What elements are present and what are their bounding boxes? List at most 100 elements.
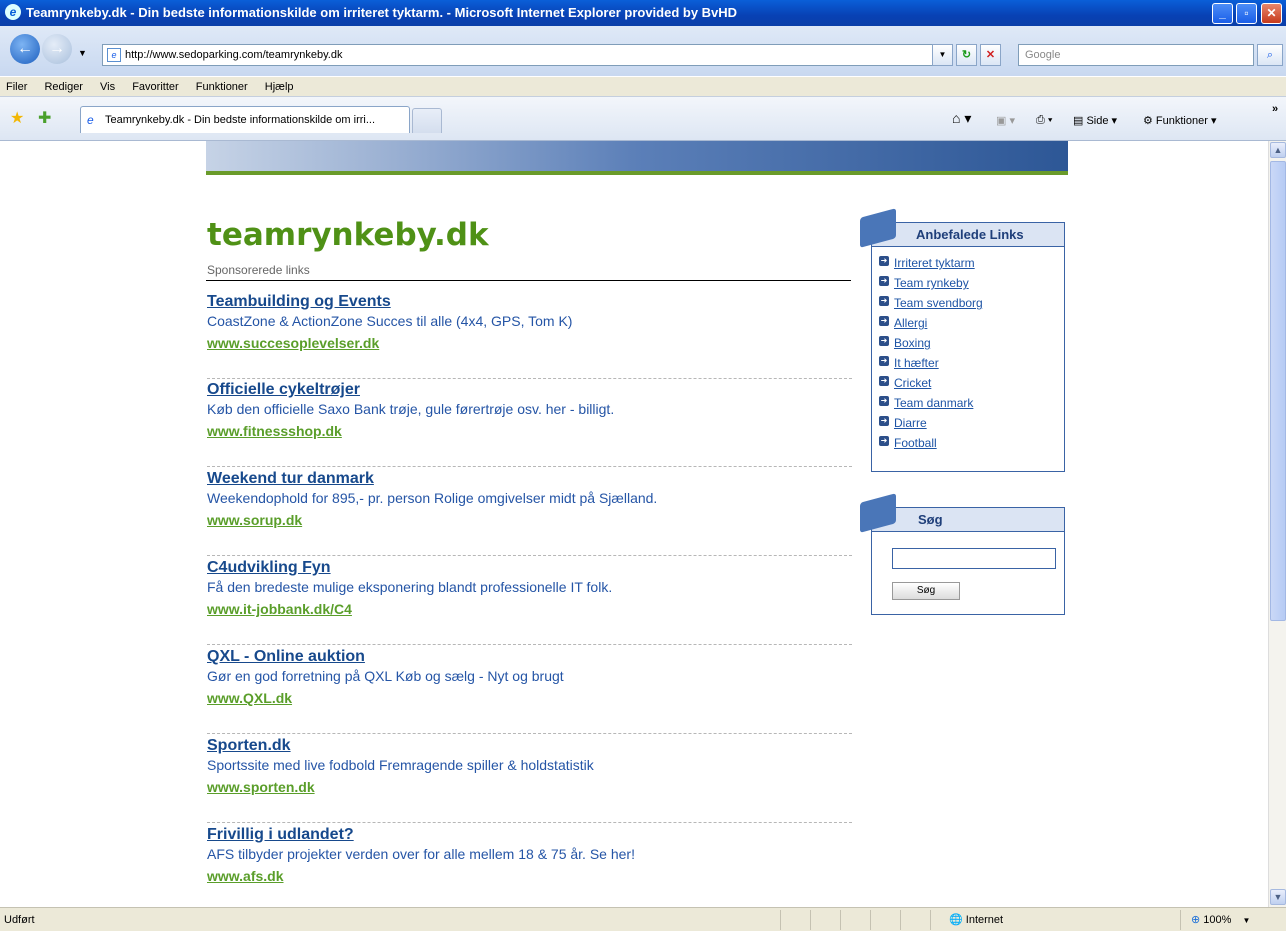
search-input[interactable]: Google xyxy=(1018,44,1254,66)
new-tab-button[interactable] xyxy=(412,108,442,133)
browser-chrome: ← → ▼ e http://www.sedoparking.com/teamr… xyxy=(0,26,1286,141)
ad-url-link[interactable]: www.afs.dk xyxy=(207,868,852,884)
minimize-button[interactable]: _ xyxy=(1212,3,1233,24)
search-heading: Søg xyxy=(872,508,1064,532)
ad-title-link[interactable]: Officielle cykeltrøjer xyxy=(207,381,852,401)
recommended-link[interactable]: Football xyxy=(879,435,1064,455)
add-favorite-icon[interactable]: ✚ xyxy=(38,108,51,128)
header-banner xyxy=(206,141,1068,175)
recommended-link[interactable]: It hæfter xyxy=(879,355,1064,375)
ad-url-link[interactable]: www.sorup.dk xyxy=(207,512,852,528)
recommended-link[interactable]: Cricket xyxy=(879,375,1064,395)
ad-title-link[interactable]: QXL - Online auktion xyxy=(207,648,852,668)
address-dropdown-button[interactable]: ▼ xyxy=(932,44,953,66)
sponsored-label: Sponsorerede links xyxy=(207,263,310,277)
site-search-input[interactable] xyxy=(892,548,1056,569)
stop-icon[interactable]: ✕ xyxy=(980,44,1001,66)
status-cell xyxy=(900,910,930,930)
recommended-link[interactable]: Diarre xyxy=(879,415,1064,435)
history-dropdown-icon[interactable]: ▼ xyxy=(78,48,87,58)
banner-stripe xyxy=(206,171,1068,175)
home-icon[interactable]: ⌂ ▾ xyxy=(952,110,971,127)
chevron-more-icon[interactable]: » xyxy=(1272,103,1278,115)
scroll-down-icon[interactable]: ▼ xyxy=(1270,889,1286,905)
ad-description: Sportssite med live fodbold Fremragende … xyxy=(207,757,594,773)
status-cell xyxy=(870,910,900,930)
ad-url-link[interactable]: www.it-jobbank.dk/C4 xyxy=(207,601,852,617)
menu-filer[interactable]: Filer xyxy=(6,81,27,93)
ad-separator xyxy=(207,378,852,379)
scroll-up-icon[interactable]: ▲ xyxy=(1270,142,1286,158)
scroll-thumb[interactable] xyxy=(1270,161,1286,621)
menu-vis[interactable]: Vis xyxy=(100,81,115,93)
ad-separator xyxy=(207,644,852,645)
close-button[interactable]: ✕ xyxy=(1261,3,1282,24)
zoom-dropdown-icon[interactable]: ▼ xyxy=(1242,916,1250,925)
ad-item: Sporten.dk Sportssite med live fodbold F… xyxy=(207,737,852,823)
recommended-link[interactable]: Boxing xyxy=(879,335,1064,355)
menu-hjaelp[interactable]: Hjælp xyxy=(265,81,294,93)
menu-favoritter[interactable]: Favoritter xyxy=(132,81,178,93)
ad-description: Køb den officielle Saxo Bank trøje, gule… xyxy=(207,401,615,417)
recommended-link[interactable]: Team rynkeby xyxy=(879,275,1064,295)
ad-description: AFS tilbyder projekter verden over for a… xyxy=(207,846,635,862)
ad-url-link[interactable]: www.succesoplevelser.dk xyxy=(207,335,852,351)
zoom-icon: ⊕ xyxy=(1191,914,1201,926)
tab-row: ★ ✚ e Teamrynkeby.dk - Din bedste inform… xyxy=(0,96,1286,141)
address-field[interactable]: e http://www.sedoparking.com/teamrynkeby… xyxy=(102,44,950,66)
search-box: Søg Søg xyxy=(860,493,1065,615)
menu-funktioner[interactable]: Funktioner xyxy=(196,81,248,93)
tools-menu-button[interactable]: ⚙ Funktioner ▾ xyxy=(1143,114,1216,127)
ad-item: Teambuilding og Events CoastZone & Actio… xyxy=(207,293,852,379)
ad-url-link[interactable]: www.sporten.dk xyxy=(207,779,852,795)
ad-description: Gør en god forretning på QXL Køb og sælg… xyxy=(207,668,564,684)
ad-separator xyxy=(207,822,852,823)
status-cell xyxy=(780,910,810,930)
refresh-icon[interactable]: ↻ xyxy=(956,44,977,66)
forward-button[interactable]: → xyxy=(42,34,72,64)
menu-bar: Filer Rediger Vis Favoritter Funktioner … xyxy=(0,76,1286,96)
recommended-link[interactable]: Irriteret tyktarm xyxy=(879,255,1064,275)
ad-description: Weekendophold for 895,- pr. person Rolig… xyxy=(207,490,658,506)
ad-separator xyxy=(207,466,852,467)
page-menu-button[interactable]: ▤ Side ▾ xyxy=(1073,114,1117,127)
tab-current[interactable]: e Teamrynkeby.dk - Din bedste informatio… xyxy=(80,106,410,133)
favorites-star-icon[interactable]: ★ xyxy=(10,108,24,128)
status-cell xyxy=(840,910,870,930)
status-bar: Udført 🌐 Internet ⊕ 100% ▼ xyxy=(0,907,1286,931)
security-zone: 🌐 Internet xyxy=(930,910,1180,930)
recommended-link[interactable]: Team danmark xyxy=(879,395,1064,415)
search-go-icon[interactable]: ⌕ xyxy=(1257,44,1283,66)
address-url: http://www.sedoparking.com/teamrynkeby.d… xyxy=(125,49,343,61)
ie-logo-icon: e xyxy=(5,4,21,20)
tab-label: Teamrynkeby.dk - Din bedste informations… xyxy=(105,114,376,126)
ad-title-link[interactable]: Teambuilding og Events xyxy=(207,293,852,313)
tab-page-icon: e xyxy=(87,113,94,127)
zoom-control[interactable]: ⊕ 100% ▼ xyxy=(1180,910,1286,930)
ad-title-link[interactable]: Sporten.dk xyxy=(207,737,852,757)
maximize-button[interactable]: ▫ xyxy=(1236,3,1257,24)
tools-menu-label: Funktioner xyxy=(1155,115,1208,127)
ad-item: Frivillig i udlandet? AFS tilbyder proje… xyxy=(207,826,852,884)
ad-title-link[interactable]: C4udvikling Fyn xyxy=(207,559,852,579)
address-row: ← → ▼ e http://www.sedoparking.com/teamr… xyxy=(0,26,1286,76)
print-icon[interactable]: ⎙ ▾ xyxy=(1036,114,1052,127)
ad-title-link[interactable]: Frivillig i udlandet? xyxy=(207,826,852,846)
recommended-links-box: Anbefalede Links Irriteret tyktarm Team … xyxy=(860,208,1065,472)
site-search-button[interactable]: Søg xyxy=(892,582,960,600)
recommended-link[interactable]: Team svendborg xyxy=(879,295,1064,315)
divider xyxy=(206,280,851,281)
ad-url-link[interactable]: www.fitnessshop.dk xyxy=(207,423,852,439)
ad-item: Officielle cykeltrøjer Køb den officiell… xyxy=(207,381,852,467)
vertical-scrollbar[interactable]: ▲ ▼ xyxy=(1268,141,1286,907)
ad-item: Weekend tur danmark Weekendophold for 89… xyxy=(207,470,852,556)
back-button[interactable]: ← xyxy=(10,34,40,64)
ad-description: CoastZone & ActionZone Succes til alle (… xyxy=(207,313,573,329)
recommended-links-list: Irriteret tyktarm Team rynkeby Team sven… xyxy=(872,247,1064,455)
ad-url-link[interactable]: www.QXL.dk xyxy=(207,690,852,706)
feeds-icon[interactable]: ▣ ▾ xyxy=(996,114,1015,127)
recommended-link[interactable]: Allergi xyxy=(879,315,1064,335)
menu-rediger[interactable]: Rediger xyxy=(44,81,83,93)
ad-separator xyxy=(207,733,852,734)
ad-title-link[interactable]: Weekend tur danmark xyxy=(207,470,852,490)
